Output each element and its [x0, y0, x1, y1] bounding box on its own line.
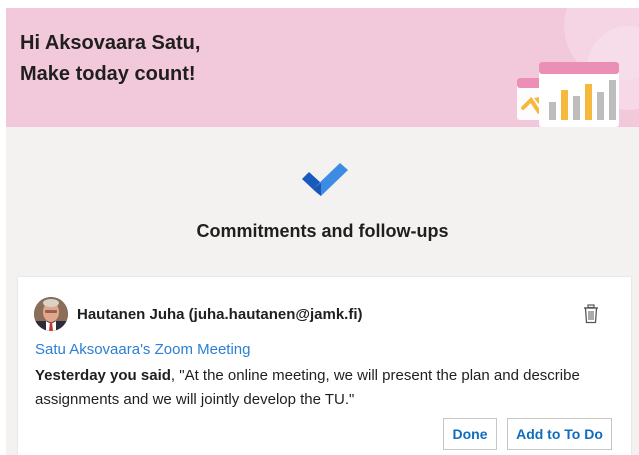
greeting-line-1: Hi Aksovaara Satu,	[20, 32, 201, 54]
section-title: Commitments and follow-ups	[196, 221, 449, 241]
avatar-photo-icon	[34, 297, 68, 331]
greeting-text: Hi Aksovaara Satu, Make today count!	[20, 28, 200, 90]
trash-icon[interactable]	[582, 304, 600, 324]
commitment-card: Hautanen Juha (juha.hautanen@jamk.fi) Sa…	[18, 277, 631, 455]
add-to-todo-button[interactable]: Add to To Do	[507, 418, 612, 450]
sender-name: Hautanen Juha (juha.hautanen@jamk.fi)	[77, 306, 363, 323]
greeting-banner: Hi Aksovaara Satu, Make today count!	[6, 8, 639, 127]
greeting-line-2: Make today count!	[20, 63, 196, 85]
avatar	[34, 297, 68, 331]
commitment-quote: Yesterday you said, "At the online meeti…	[35, 364, 605, 412]
todo-checkmark-icon	[302, 163, 348, 196]
meeting-link[interactable]: Satu Aksovaara's Zoom Meeting	[35, 341, 250, 358]
briefing-email: Hi Aksovaara Satu, Make today count! Com…	[6, 8, 639, 455]
done-button[interactable]: Done	[443, 418, 497, 450]
calendar-chart-illustration-icon	[517, 8, 639, 127]
quote-lead: Yesterday you said	[35, 367, 171, 384]
